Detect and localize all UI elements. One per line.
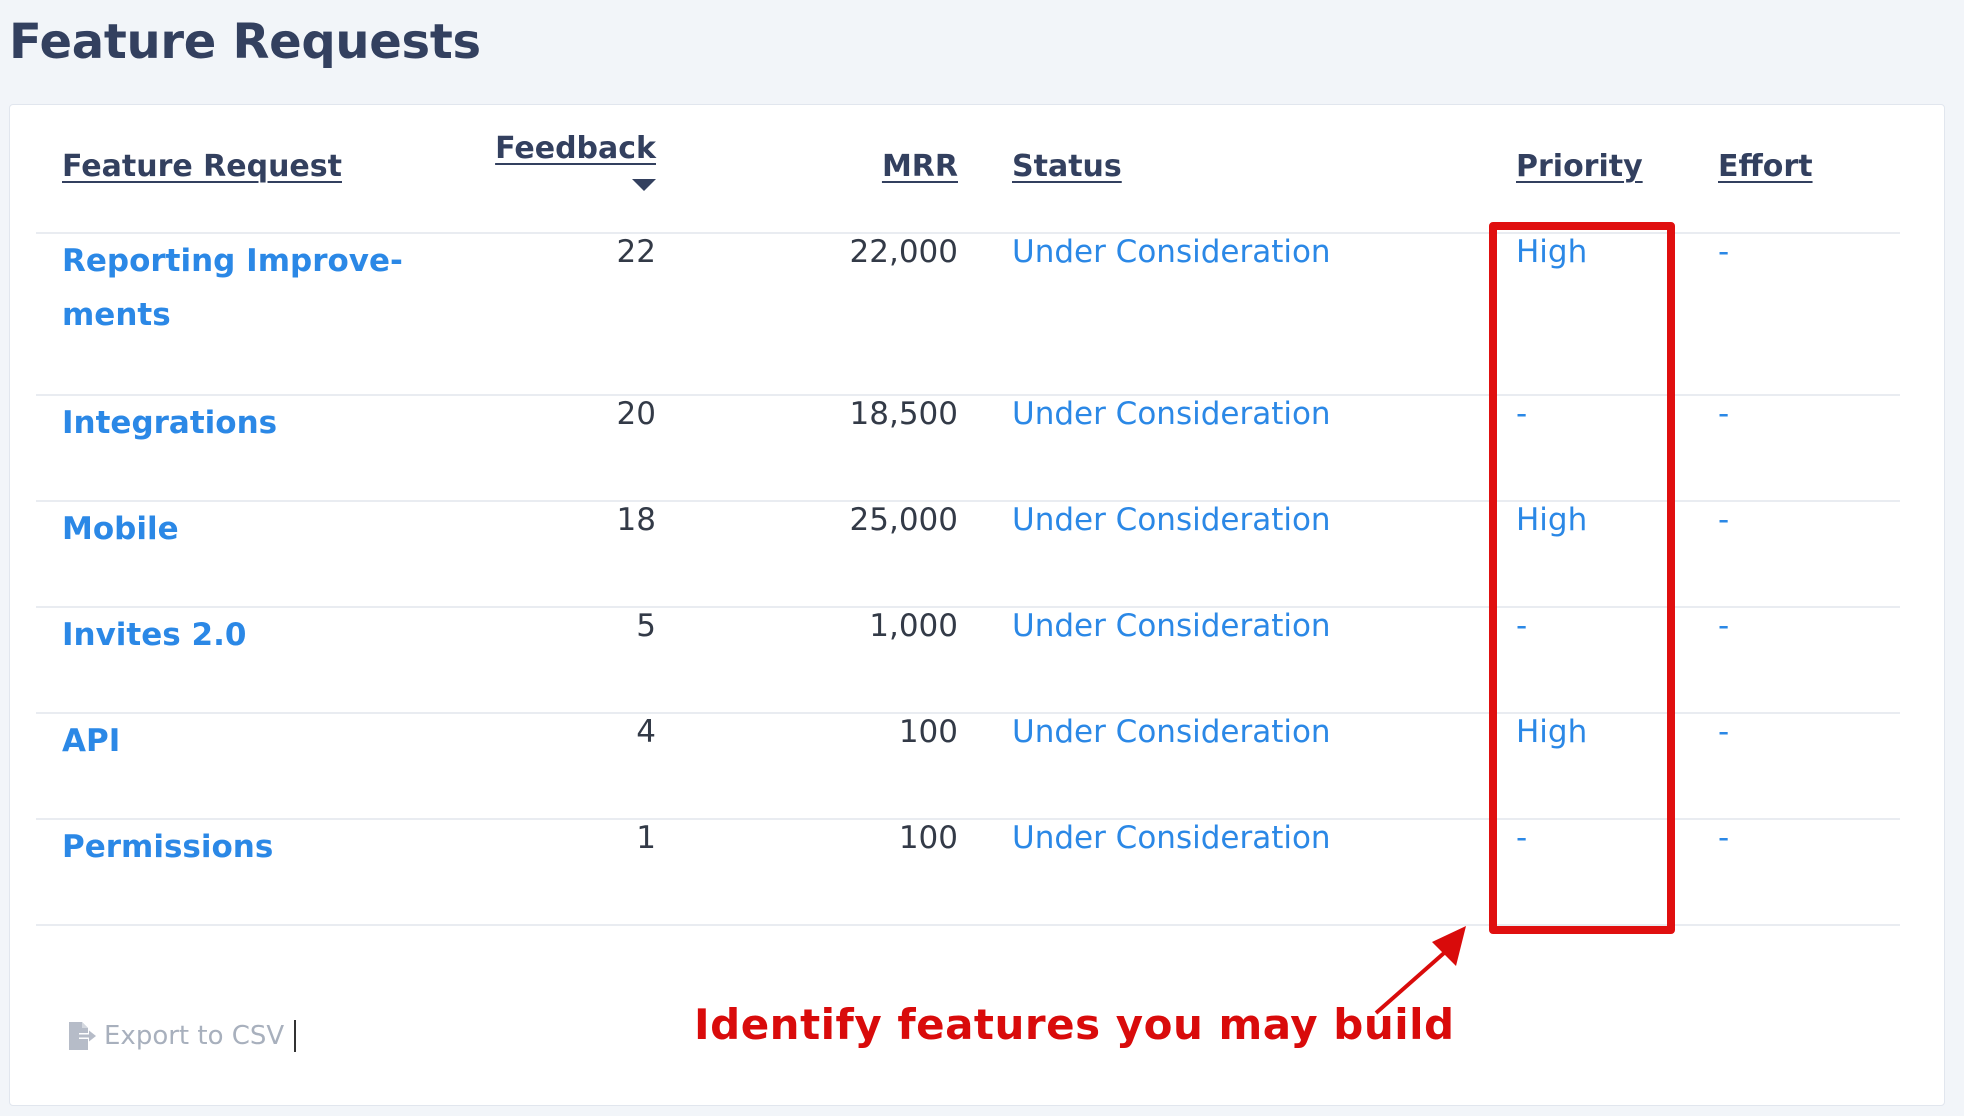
mrr-value: 25,000	[656, 501, 958, 608]
feature-link[interactable]: Integrations	[62, 405, 277, 441]
feature-link[interactable]: Reporting Improve-ments	[62, 243, 403, 333]
effort-link[interactable]: -	[1718, 396, 1729, 432]
page-title: Feature Requests	[9, 14, 481, 70]
feature-name-cell: API	[36, 713, 472, 820]
effort-cell: -	[1718, 713, 1900, 820]
feature-link-line[interactable]: Reporting Improve-	[62, 243, 403, 279]
effort-link[interactable]: -	[1718, 608, 1729, 644]
effort-link[interactable]: -	[1718, 820, 1729, 856]
feedback-count: 5	[472, 607, 656, 714]
feedback-count: 22	[472, 233, 656, 396]
effort-cell: -	[1718, 819, 1900, 926]
mrr-value: 22,000	[656, 233, 958, 396]
column-header-label[interactable]: Effort	[1718, 149, 1813, 184]
status-cell: Under Consideration	[958, 819, 1516, 926]
column-header-label[interactable]: Status	[1012, 149, 1122, 184]
feature-link-line[interactable]: ments	[62, 297, 171, 333]
effort-cell: -	[1718, 501, 1900, 608]
priority-highlight-box	[1489, 222, 1675, 934]
column-header-feature-request[interactable]: Feature Request	[36, 110, 472, 234]
file-export-icon	[69, 1022, 96, 1050]
text-cursor	[294, 1020, 297, 1052]
status-link[interactable]: Under Consideration	[1012, 502, 1331, 538]
column-header-label[interactable]: Feedback	[495, 131, 656, 166]
feedback-count: 4	[472, 713, 656, 820]
feature-link[interactable]: API	[62, 723, 120, 759]
status-cell: Under Consideration	[958, 501, 1516, 608]
status-cell: Under Consideration	[958, 607, 1516, 714]
status-cell: Under Consideration	[958, 395, 1516, 502]
column-header-effort[interactable]: Effort	[1718, 110, 1900, 234]
caret-down-icon[interactable]	[632, 178, 656, 191]
feedback-count: 1	[472, 819, 656, 926]
column-header-label[interactable]: Feature Request	[62, 149, 342, 184]
feature-name-cell: Integrations	[36, 395, 472, 502]
mrr-value: 100	[656, 819, 958, 926]
mrr-value: 1,000	[656, 607, 958, 714]
effort-link[interactable]: -	[1718, 714, 1729, 750]
feedback-count: 20	[472, 395, 656, 502]
feature-name-cell: Mobile	[36, 501, 472, 608]
feature-name-cell: Permissions	[36, 819, 472, 926]
feedback-count: 18	[472, 501, 656, 608]
mrr-value: 18,500	[656, 395, 958, 502]
column-header-status[interactable]: Status	[958, 110, 1516, 234]
status-cell: Under Consideration	[958, 713, 1516, 820]
column-header-label[interactable]: Priority	[1516, 149, 1643, 184]
effort-cell: -	[1718, 395, 1900, 502]
status-link[interactable]: Under Consideration	[1012, 234, 1331, 270]
feature-link[interactable]: Mobile	[62, 511, 179, 547]
column-header-feedback[interactable]: Feedback	[472, 110, 656, 234]
annotation-text: Identify features you may build	[694, 1000, 1455, 1049]
effort-cell: -	[1718, 607, 1900, 714]
feature-name-cell: Reporting Improve-ments	[36, 233, 472, 396]
effort-cell: -	[1718, 233, 1900, 396]
status-link[interactable]: Under Consideration	[1012, 396, 1331, 432]
export-csv-button[interactable]: Export to CSV	[66, 1020, 297, 1052]
column-header-priority[interactable]: Priority	[1516, 110, 1718, 234]
export-csv-label[interactable]: Export to CSV	[104, 1021, 284, 1051]
feature-link[interactable]: Permissions	[62, 829, 273, 865]
status-link[interactable]: Under Consideration	[1012, 608, 1331, 644]
feature-link[interactable]: Invites 2.0	[62, 617, 246, 653]
status-link[interactable]: Under Consideration	[1012, 820, 1331, 856]
status-link[interactable]: Under Consideration	[1012, 714, 1331, 750]
mrr-value: 100	[656, 713, 958, 820]
column-header-mrr[interactable]: MRR	[656, 110, 958, 234]
status-cell: Under Consideration	[958, 233, 1516, 396]
effort-link[interactable]: -	[1718, 502, 1729, 538]
table-header-row: Feature Request Feedback MRR Status Prio…	[36, 110, 1900, 234]
feature-name-cell: Invites 2.0	[36, 607, 472, 714]
effort-link[interactable]: -	[1718, 234, 1729, 270]
column-header-label[interactable]: MRR	[882, 149, 958, 184]
